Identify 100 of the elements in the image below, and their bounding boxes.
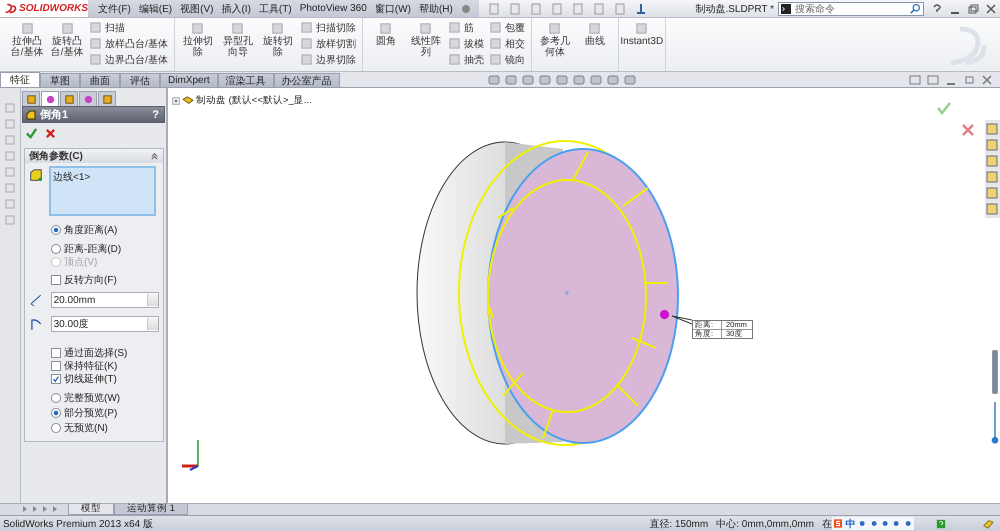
sketch-tool-icon[interactable]	[4, 182, 16, 194]
tab[interactable]: 渲染工具	[218, 73, 274, 87]
distance-field[interactable]: 20.00mm	[50, 292, 159, 308]
ribbon-button[interactable]: 镜向	[488, 52, 527, 67]
pane-icon[interactable]	[909, 74, 921, 86]
collapse-icon[interactable]	[150, 152, 159, 160]
ribbon-button[interactable]: 筋	[446, 20, 486, 35]
view-toolbar-icon[interactable]	[522, 74, 534, 86]
radio-option[interactable]: 距离-距离(D)	[51, 242, 163, 255]
ribbon-button[interactable]: 扫描	[88, 20, 170, 35]
ribbon-button[interactable]: 拉伸凸台/基体	[8, 20, 46, 60]
ribbon-button[interactable]: 异型孔向导	[218, 20, 257, 60]
close-icon[interactable]	[985, 2, 997, 14]
section-header[interactable]: 倒角参数(C)	[25, 149, 163, 163]
radio-option[interactable]: 角度距离(A)	[51, 223, 163, 236]
sketch-tool-icon[interactable]	[4, 150, 16, 162]
task-pane-icon[interactable]	[986, 203, 998, 215]
ribbon-button[interactable]: 边界凸台/基体	[88, 52, 170, 67]
view-toolbar-icon[interactable]	[538, 74, 551, 86]
ribbon-button[interactable]: 参考几何体	[536, 20, 574, 60]
ime-mode[interactable]: 中	[845, 516, 856, 530]
angle-field[interactable]: 30.00度	[50, 316, 159, 332]
pane-icon[interactable]	[927, 74, 939, 86]
toolbar-icon[interactable]	[572, 2, 584, 14]
toolbar-icon[interactable]	[508, 2, 521, 14]
tab[interactable]: 模型	[68, 504, 114, 515]
view-toolbar-icon[interactable]	[488, 74, 500, 86]
cancel-icon[interactable]	[44, 127, 57, 140]
radio-option[interactable]: 完整预览(W)	[51, 390, 163, 405]
ribbon-button[interactable]: 圆角	[366, 20, 405, 49]
sketch-tool-icon[interactable]	[4, 214, 16, 226]
ribbon-button[interactable]: 线性阵列	[406, 20, 445, 60]
checkbox-option[interactable]: 通过面选择(S)	[51, 346, 163, 359]
cancel-icon[interactable]	[960, 122, 976, 138]
ribbon-button[interactable]: 扫描切除	[298, 20, 358, 35]
scroll-handle-icon[interactable]	[991, 402, 999, 446]
view-toolbar-icon[interactable]	[590, 74, 602, 86]
help-link[interactable]: ?	[152, 108, 159, 120]
pin-icon[interactable]	[460, 2, 472, 14]
tree-item[interactable]: 制动盘 (默认<<默认>_显...	[196, 94, 312, 107]
ribbon-button[interactable]: 放样切割	[298, 36, 358, 51]
checkbox[interactable]	[51, 374, 61, 384]
menu-item[interactable]: 视图(V)	[176, 2, 218, 16]
task-pane-icon[interactable]	[986, 187, 998, 199]
task-pane-icon[interactable]	[986, 139, 998, 151]
sketch-tool-icon[interactable]	[4, 118, 16, 130]
radio-button[interactable]	[51, 392, 61, 402]
panel-tab[interactable]	[22, 91, 40, 106]
restore-icon[interactable]	[963, 74, 975, 86]
rebuild-icon[interactable]	[634, 2, 647, 14]
panel-tab[interactable]	[98, 91, 116, 106]
tab[interactable]: DimXpert	[160, 73, 218, 87]
sketch-tool-icon[interactable]	[4, 198, 16, 210]
restore-icon[interactable]	[967, 2, 979, 14]
ribbon-button[interactable]: 旋转切除	[258, 20, 297, 60]
sketch-tool-icon[interactable]	[4, 166, 16, 178]
help-icon[interactable]	[931, 2, 943, 14]
search-field[interactable]: 搜索命令	[778, 2, 924, 16]
toolbar-icon[interactable]	[488, 2, 500, 14]
panel-tab[interactable]	[60, 91, 78, 106]
task-pane-icon[interactable]	[986, 123, 998, 135]
menu-item[interactable]: 编辑(E)	[134, 2, 176, 16]
checkbox-option[interactable]: 反转方向(F)	[51, 273, 163, 286]
view-toolbar-icon[interactable]	[624, 74, 636, 86]
tab[interactable]: 运动算例 1	[114, 504, 188, 515]
view-toolbar-icon[interactable]	[572, 74, 585, 86]
menu-item[interactable]: 窗口(W)	[370, 2, 415, 16]
checkbox[interactable]	[51, 360, 61, 370]
ok-icon[interactable]	[936, 100, 952, 116]
view-toolbar-icon[interactable]	[606, 74, 619, 86]
ribbon-button[interactable]: 相交	[488, 36, 527, 51]
radio-button[interactable]	[51, 408, 61, 418]
checkbox[interactable]	[51, 274, 61, 284]
toolbar-icon[interactable]	[550, 2, 563, 14]
close-icon[interactable]	[981, 74, 993, 86]
task-pane-icon[interactable]	[986, 171, 998, 183]
tab[interactable]: 曲面	[80, 73, 120, 87]
ribbon-button[interactable]: 拉伸切除	[178, 20, 217, 60]
view-toolbar-icon[interactable]	[504, 74, 517, 86]
view-toolbar-icon[interactable]	[556, 74, 568, 86]
menu-item[interactable]: 工具(T)	[254, 2, 296, 16]
toolbar-icon[interactable]	[530, 2, 542, 14]
handle-icon[interactable]	[659, 309, 670, 320]
checkbox-option[interactable]: 切线延伸(T)	[51, 372, 163, 385]
radio-option[interactable]: 部分预览(P)	[51, 405, 163, 420]
task-pane-icon[interactable]	[986, 155, 998, 167]
radio-button[interactable]	[51, 244, 61, 254]
expand-icon[interactable]	[172, 96, 180, 104]
ribbon-button[interactable]: 包覆	[488, 20, 527, 35]
tab[interactable]: 草图	[40, 73, 80, 87]
help-icon[interactable]	[936, 518, 946, 528]
panel-tab[interactable]	[79, 91, 97, 106]
scroll-handle-icon[interactable]	[991, 350, 999, 394]
selection-list[interactable]: 边线<1>	[49, 166, 156, 216]
ribbon-button[interactable]: 旋转凸台/基体	[48, 20, 86, 60]
ribbon-button[interactable]: 曲线	[576, 20, 614, 49]
menu-item[interactable]: 文件(F)	[94, 2, 135, 16]
toolbar-icon[interactable]	[614, 2, 626, 14]
radio-button[interactable]	[51, 224, 61, 234]
menu-item[interactable]: PhotoView 360	[296, 3, 371, 14]
